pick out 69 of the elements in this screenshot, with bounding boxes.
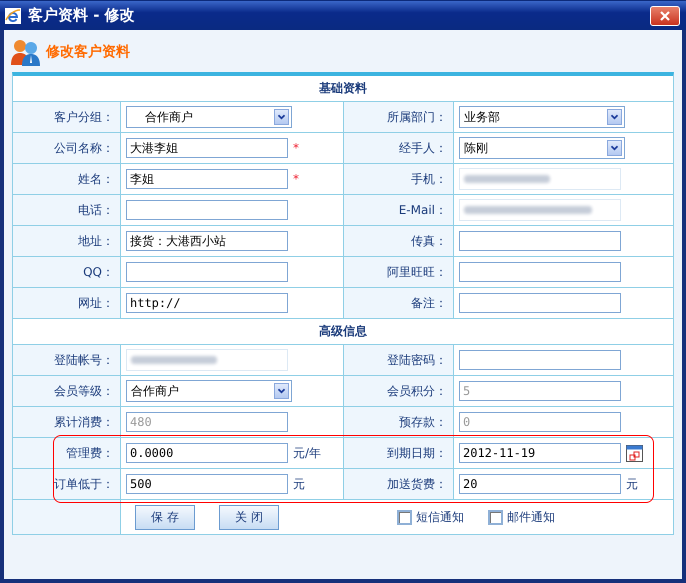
chevron-down-icon xyxy=(607,109,622,125)
dropdown[interactable]: 合作商户 xyxy=(126,380,292,402)
field-label: 网址： xyxy=(78,294,114,312)
input-field[interactable] xyxy=(459,262,621,282)
field-label: 传真： xyxy=(411,232,447,250)
blurred-field[interactable] xyxy=(459,199,621,221)
form-button[interactable]: 关 闭 xyxy=(219,504,279,530)
field-label: 公司名称： xyxy=(54,140,114,156)
field-label: 备注： xyxy=(411,294,447,312)
input-field[interactable]: 李姐 xyxy=(126,169,288,189)
close-icon xyxy=(659,10,671,22)
checkbox[interactable] xyxy=(488,510,503,524)
window-title: 客户资料 - 修改 xyxy=(28,6,136,25)
chevron-down-icon xyxy=(274,383,289,399)
field-label: 地址： xyxy=(78,232,114,250)
unit-label: 元/年 xyxy=(293,444,322,462)
required-mark: * xyxy=(293,141,299,155)
input-field[interactable] xyxy=(459,293,621,313)
chevron-down-icon xyxy=(607,140,622,156)
field-label: 电话： xyxy=(78,202,114,218)
app-icon xyxy=(4,6,22,24)
field-label: 客户分组： xyxy=(54,108,114,126)
section-title: 基础资料 xyxy=(319,80,367,97)
required-mark: * xyxy=(293,172,299,186)
field-label: 会员积分： xyxy=(387,382,447,400)
field-label: 管理费： xyxy=(66,444,114,462)
input-field[interactable]: 大港李姐 xyxy=(126,138,288,158)
unit-label: 元 xyxy=(626,476,638,492)
field-label: 登陆密码： xyxy=(387,352,447,368)
field-label: 会员等级： xyxy=(54,382,114,400)
field-label: E-Mail： xyxy=(398,202,447,218)
section-title: 高级信息 xyxy=(319,323,367,340)
date-field[interactable]: 2012-11-19 xyxy=(459,443,621,463)
field-label: 姓名： xyxy=(78,170,114,188)
input-field[interactable]: 500 xyxy=(126,474,288,494)
chevron-down-icon xyxy=(274,109,289,125)
field-label: 阿里旺旺： xyxy=(387,264,447,280)
input-field[interactable]: 接货：大港西小站 xyxy=(126,231,288,251)
input-field[interactable] xyxy=(126,200,288,220)
users-icon xyxy=(10,38,42,66)
field-label: 所属部门： xyxy=(387,108,447,126)
checkbox-label: 短信通知 xyxy=(416,508,464,526)
field-label: QQ： xyxy=(83,264,114,280)
input-field[interactable] xyxy=(459,231,621,251)
dropdown[interactable]: 合作商户 xyxy=(126,106,292,128)
field-label: 累计消费： xyxy=(54,414,114,430)
input-field[interactable] xyxy=(459,350,621,370)
checkbox[interactable] xyxy=(397,510,412,524)
input-field[interactable] xyxy=(126,262,288,282)
field-label: 预存款： xyxy=(399,414,447,430)
close-button[interactable] xyxy=(650,6,680,26)
field-label: 手机： xyxy=(411,170,447,188)
field-label: 登陆帐号： xyxy=(54,352,114,368)
input-field[interactable]: 0.0000 xyxy=(126,443,288,463)
field-label: 加送货费： xyxy=(387,476,447,492)
input-field[interactable]: 20 xyxy=(459,474,621,494)
dropdown[interactable]: 陈刚 xyxy=(459,137,625,159)
checkbox-label: 邮件通知 xyxy=(507,508,555,526)
field-label: 订单低于： xyxy=(54,476,114,492)
dropdown[interactable]: 业务部 xyxy=(459,106,625,128)
unit-label: 元 xyxy=(293,476,305,492)
field-label: 经手人： xyxy=(399,140,447,156)
page-title: 修改客户资料 xyxy=(46,43,130,61)
form-button[interactable]: 保 存 xyxy=(135,504,195,530)
blurred-field[interactable] xyxy=(126,349,288,371)
blurred-field[interactable] xyxy=(459,168,621,190)
field-label: 到期日期： xyxy=(387,444,447,462)
input-field[interactable]: http:// xyxy=(126,293,288,313)
calendar-icon[interactable] xyxy=(626,444,643,462)
